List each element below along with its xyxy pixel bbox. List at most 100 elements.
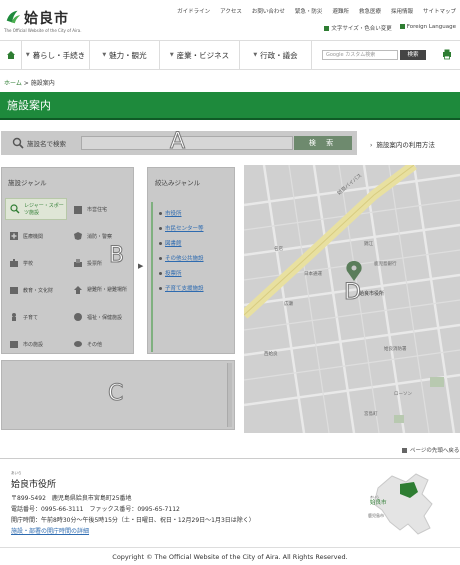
page-title-underline: [0, 118, 460, 120]
genre-shelter-label: 避難所・避難場所: [87, 287, 128, 293]
breadcrumb-separator: >: [23, 80, 29, 87]
site-logo[interactable]: 姶良市 The Official Website of the City of …: [4, 6, 84, 34]
bullet-icon: [159, 287, 162, 290]
breadcrumb-home[interactable]: ホーム: [4, 80, 22, 87]
narrow-item-polling[interactable]: 投票所: [159, 269, 182, 277]
map-label-miyajima: 宮島町: [364, 410, 378, 417]
map-label-kinko: 錦江: [364, 240, 373, 247]
narrow-item-childcare-support[interactable]: 子育て支援施設: [159, 284, 204, 292]
narrow-genre-list: 市役所 市民センター等 図書館 その他公共施設 投票所 子育て支援施設: [151, 202, 231, 352]
genre-education[interactable]: 教育・文化財: [5, 279, 67, 301]
site-search-input[interactable]: Google カスタム検索: [322, 50, 398, 60]
genre-polling-label: 投票所: [87, 260, 103, 267]
util-link-sitemap[interactable]: サイトマップ: [423, 7, 456, 15]
footer-map-city: 姶良市: [370, 498, 387, 506]
gnav-admin[interactable]: ▼ 行政・議会: [240, 41, 312, 69]
narrow-item-other-public[interactable]: その他公共施設: [159, 254, 204, 262]
narrow-item-city-hall[interactable]: 市役所: [159, 209, 182, 217]
bullet-icon: [159, 257, 162, 260]
city-emblem-icon: [6, 10, 21, 24]
breadcrumb: ホーム > 施設案内: [4, 78, 55, 87]
narrow-genre-panel: 絞込みジャンル 市役所 市民センター等 図書館 その他公共施設 投票所 子育て支…: [147, 167, 235, 354]
copyright-bar: Copyright © The Official Website of the …: [0, 547, 460, 565]
settings-icon: [324, 26, 330, 31]
map-canvas[interactable]: 姶良バイパス 名店 日本通運 鹿児島銀行 錦江 広瀬 姶良市役所 姶良消防署 西…: [244, 165, 460, 433]
genre-welfare[interactable]: 福祉・保健施設: [69, 306, 131, 328]
util-link-emergency[interactable]: 緊急・防災: [295, 7, 323, 15]
genre-welfare-label: 福祉・保健施設: [87, 314, 123, 321]
welfare-icon: [74, 313, 82, 321]
facility-search-input[interactable]: [81, 136, 293, 150]
font-size-link-label: 文字サイズ・色合い変更: [331, 26, 392, 32]
footer-location-map[interactable]: あいら 姶良市 鹿児島市: [360, 468, 452, 540]
util-link-recruit[interactable]: 採用情報: [391, 7, 413, 15]
gnav-attractions-label: 魅力・観光: [109, 50, 147, 60]
genre-medical-label: 医療機関: [23, 233, 44, 240]
narrow-item-library[interactable]: 図書館: [159, 239, 182, 247]
map-pin-label: 姶良市役所: [359, 290, 384, 297]
genre-medical[interactable]: 医療機関: [5, 225, 67, 247]
globe-icon: [399, 24, 405, 29]
search-icon: [12, 137, 24, 149]
genre-other-label: その他: [87, 341, 103, 348]
genre-education-label: 教育・文化財: [23, 287, 54, 294]
font-size-link[interactable]: 文字サイズ・色合い変更: [324, 24, 392, 32]
narrow-item-label: 市民センター等: [165, 226, 204, 232]
chevron-down-icon: ▼: [25, 52, 30, 58]
genre-leisure-label: レジャー・スポーツ施設: [24, 203, 64, 216]
util-link-access[interactable]: アクセス: [220, 7, 242, 15]
site-search-button[interactable]: 検索: [400, 50, 426, 60]
genre-childcare-label: 子育て: [23, 314, 39, 321]
foreign-language-label: Foreign Language: [406, 24, 456, 30]
facility-map[interactable]: 姶良バイパス 名店 日本通運 鹿児島銀行 錦江 広瀬 姶良市役所 姶良消防署 西…: [244, 165, 460, 433]
footer-divider: [0, 458, 460, 459]
school-icon: [10, 259, 18, 267]
genre-police-fire-label: 消防・警察: [87, 233, 113, 240]
facility-search-button[interactable]: 検 索: [294, 136, 352, 150]
genre-school[interactable]: 学校: [5, 252, 67, 274]
map-label-nittsu: 日本通運: [304, 270, 322, 277]
region-marker-b: B: [108, 243, 125, 269]
genre-childcare[interactable]: 子育て: [5, 306, 67, 328]
gnav-attractions[interactable]: ▼ 魅力・観光: [90, 41, 160, 69]
gnav-admin-label: 行政・議会: [260, 50, 298, 60]
footer-hours: 開庁時間：午前8時30分～午後5時15分（土・日曜日、祝日・12月29日～1月3…: [11, 517, 255, 524]
footer-hours-link[interactable]: 施設・部署の開庁時間の詳細: [11, 526, 89, 535]
util-link-contact[interactable]: お問い合わせ: [252, 7, 285, 15]
genre-housing[interactable]: 市営住宅: [69, 198, 131, 220]
narrow-genre-heading: 絞込みジャンル: [155, 179, 201, 187]
genre-leisure[interactable]: レジャー・スポーツ施設: [5, 198, 67, 220]
util-link-guideline[interactable]: ガイドライン: [177, 7, 210, 15]
city-facility-icon: [10, 341, 18, 348]
back-to-top-link[interactable]: ページの先頭へ戻る: [402, 446, 459, 454]
genre-heading: 施設ジャンル: [8, 179, 47, 187]
map-label-bank: 鹿児島銀行: [374, 260, 397, 267]
gnav-living[interactable]: ▼ 暮らし・手続き: [22, 41, 90, 69]
genre-shelter[interactable]: 避難所・避難場所: [69, 279, 131, 301]
util-link-medical[interactable]: 救急医療: [359, 7, 381, 15]
region-marker-c: C: [107, 381, 124, 407]
region-marker-a: A: [169, 129, 186, 155]
genre-selector: 施設ジャンル レジャー・スポーツ施設 市営住宅 医療機関 消防・警察 学校 投票…: [1, 167, 235, 354]
narrow-item-label: 投票所: [165, 271, 182, 277]
genre-other[interactable]: その他: [69, 333, 131, 355]
printer-icon[interactable]: [441, 48, 453, 60]
bullet-icon: [159, 212, 162, 215]
map-label-hirose: 広瀬: [284, 300, 293, 307]
genre-city-facility[interactable]: 市の施設: [5, 333, 67, 355]
util-link-shelter[interactable]: 避難所: [332, 7, 349, 15]
copyright-text: Copyright © The Official Website of the …: [112, 553, 348, 561]
genre-housing-label: 市営住宅: [87, 206, 108, 213]
foreign-language-link[interactable]: Foreign Language: [399, 24, 456, 32]
facility-results-list[interactable]: C: [1, 360, 235, 430]
usage-help-link[interactable]: › 施設案内の利用方法: [370, 139, 435, 149]
gnav-business[interactable]: ▼ 産業・ビジネス: [160, 41, 240, 69]
footer-phone: 電話番号：0995-66-3111 ファックス番号：0995-65-7112: [11, 506, 180, 513]
footer-map-sub: 鹿児島市: [368, 512, 384, 518]
region-marker-d: D: [344, 280, 361, 305]
narrow-item-civic-center[interactable]: 市民センター等: [159, 224, 204, 232]
home-button[interactable]: [0, 41, 22, 69]
results-scrollbar[interactable]: [227, 363, 232, 427]
apartment-icon: [74, 206, 82, 214]
facility-search-bar: 施設名で検索 検 索 A: [1, 129, 357, 155]
